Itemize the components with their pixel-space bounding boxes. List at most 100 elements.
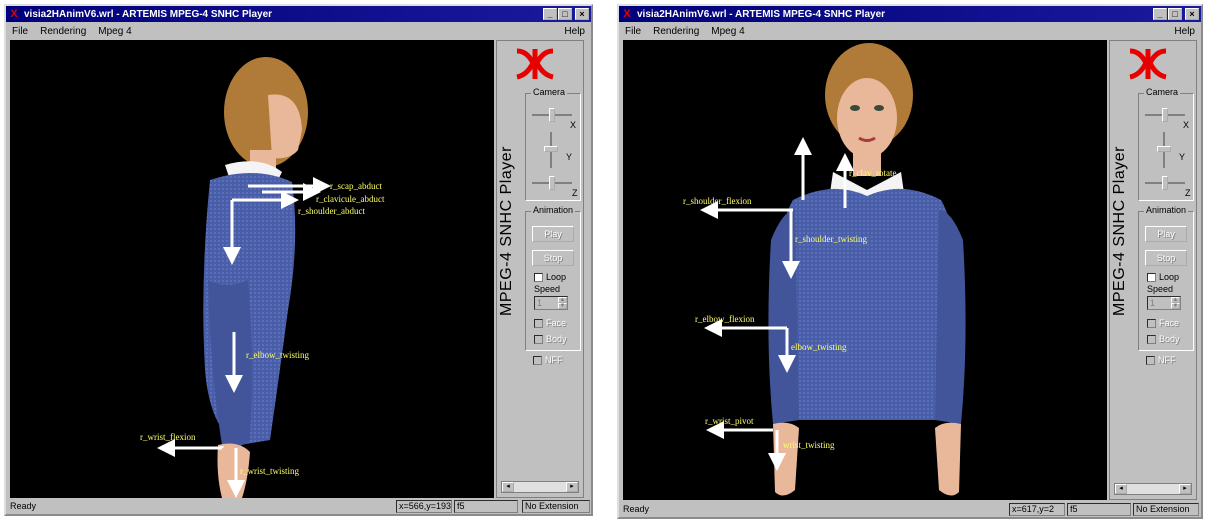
extension-status: No Extension (522, 499, 590, 513)
play-button[interactable]: Play (532, 226, 574, 242)
label-scap-abduct: r_scap_abduct (330, 181, 382, 191)
stop-button[interactable]: Stop (1145, 250, 1187, 266)
app-icon[interactable]: X (621, 8, 633, 20)
animation-group: Animation Play Stop Loop Speed 1 ▲ ▼ Face … (1138, 205, 1194, 351)
control-panel: MPEG-4 SNHC Player Camera X Y Z Animatio… (496, 40, 584, 498)
artemis-logo (1129, 48, 1167, 80)
menu-rendering[interactable]: Rendering (40, 26, 86, 37)
loop-checkbox[interactable]: Loop (1147, 272, 1179, 282)
maximize-button[interactable]: □ (558, 8, 572, 20)
camera-x-slider[interactable] (532, 108, 572, 122)
axis-z-label: Z (572, 188, 578, 198)
camera-y-slider[interactable] (1157, 132, 1171, 168)
label-elbow-twisting: elbow_twisting (791, 342, 847, 352)
menu-file[interactable]: File (12, 26, 28, 37)
extension-status: No Extension (1133, 502, 1199, 516)
camera-label: Camera (531, 87, 568, 97)
speed-label: Speed (1147, 284, 1174, 294)
menu-bar: File Rendering Mpeg 4 Help (619, 23, 1201, 39)
3d-viewport[interactable]: r_scap_abduct r_clavicule_abduct r_shoul… (10, 40, 494, 498)
label-wrist-pivot: r_wrist_pivot (705, 416, 754, 426)
left-arm (935, 210, 966, 424)
scroll-right-icon[interactable]: ▸ (1179, 484, 1191, 494)
label-shoulder-twisting: r_shoulder_twisting (795, 234, 867, 244)
status-bar: Ready x=566,y=193 f5 No Extension (6, 498, 591, 514)
axis-y-label: Y (566, 152, 573, 162)
label-elbow-twisting: r_elbow_twisting (246, 350, 309, 360)
face-checkbox[interactable]: Face (534, 318, 566, 328)
menu-rendering[interactable]: Rendering (653, 26, 699, 37)
control-panel: MPEG-4 SNHC Player Camera X Y Z Animatio… (1109, 40, 1197, 500)
axis-x-label: X (570, 120, 577, 130)
axis-x-label: X (1183, 120, 1190, 130)
minimize-button[interactable]: _ (1153, 8, 1167, 20)
camera-label: Camera (1144, 87, 1181, 97)
horizontal-scrollbar[interactable]: ◂ ▸ (501, 481, 579, 493)
speed-spinner[interactable]: 1 ▲ ▼ (534, 296, 568, 310)
close-button[interactable]: × (1185, 8, 1199, 20)
status-bar: Ready x=617,y=2 f5 No Extension (619, 501, 1201, 517)
menu-help[interactable]: Help (564, 26, 585, 37)
status-text: Ready (623, 504, 650, 514)
right-eye (874, 105, 884, 111)
player-window-right: X visia2HAnimV6.wrl - ARTEMIS MPEG-4 SNH… (617, 4, 1203, 519)
face (837, 78, 897, 158)
camera-x-slider[interactable] (1145, 108, 1185, 122)
axis-z-label: Z (1185, 188, 1191, 198)
menu-mpeg4[interactable]: Mpeg 4 (98, 26, 131, 37)
axis-y-label: Y (1179, 152, 1186, 162)
f-value: f5 (1067, 502, 1131, 516)
scroll-left-icon[interactable]: ◂ (1115, 484, 1127, 494)
player-title: MPEG-4 SNHC Player (498, 146, 515, 316)
label-wrist-twisting: r_wrist_twisting (240, 466, 300, 476)
camera-group: Camera X Y Z (1138, 87, 1194, 201)
camera-z-slider[interactable] (532, 176, 572, 190)
animation-label: Animation (531, 205, 576, 215)
label-wrist-flexion: r_wrist_flexion (140, 432, 196, 442)
loop-checkbox[interactable]: Loop (534, 272, 566, 282)
scroll-right-icon[interactable]: ▸ (566, 482, 578, 492)
label-clav-rotate: r_clav_rotate (849, 168, 896, 178)
label-elbow-flexion: r_elbow_flexion (695, 314, 755, 324)
player-window-left: X visia2HAnimV6.wrl - ARTEMIS MPEG-4 SNH… (4, 4, 593, 516)
app-icon[interactable]: X (8, 8, 20, 20)
menu-help[interactable]: Help (1174, 26, 1195, 37)
scroll-left-icon[interactable]: ◂ (502, 482, 514, 492)
close-button[interactable]: × (575, 8, 589, 20)
avatar-scene: r_scap_abduct r_clavicule_abduct r_shoul… (140, 57, 385, 498)
label-shoulder-abduct: r_shoulder_abduct (298, 206, 365, 216)
animation-group: Animation Play Stop Loop Speed 1 ▲ ▼ Face … (525, 205, 581, 351)
body-checkbox[interactable]: Body (1147, 334, 1180, 344)
camera-y-slider[interactable] (544, 132, 558, 168)
nff-checkbox[interactable]: NFF (1146, 355, 1176, 365)
f-value: f5 (454, 499, 518, 513)
label-shoulder-flexion: r_shoulder_flexion (683, 196, 752, 206)
play-button[interactable]: Play (1145, 226, 1187, 242)
arm (208, 280, 253, 447)
left-hand (935, 422, 961, 496)
coords-readout: x=617,y=2 (1009, 502, 1065, 516)
stop-button[interactable]: Stop (532, 250, 574, 266)
camera-z-slider[interactable] (1145, 176, 1185, 190)
face-checkbox[interactable]: Face (1147, 318, 1179, 328)
title-bar: X visia2HAnimV6.wrl - ARTEMIS MPEG-4 SNH… (619, 6, 1201, 22)
animation-label: Animation (1144, 205, 1189, 215)
title-bar: X visia2HAnimV6.wrl - ARTEMIS MPEG-4 SNH… (6, 6, 591, 22)
sweater (775, 188, 959, 420)
maximize-button[interactable]: □ (1168, 8, 1182, 20)
artemis-logo (516, 48, 554, 80)
label-wrist-twisting: wrist_twisting (783, 440, 835, 450)
minimize-button[interactable]: _ (543, 8, 557, 20)
left-eye (850, 105, 860, 111)
speed-spinner[interactable]: 1 ▲ ▼ (1147, 296, 1181, 310)
speed-label: Speed (534, 284, 561, 294)
nff-checkbox[interactable]: NFF (533, 355, 563, 365)
menu-file[interactable]: File (625, 26, 641, 37)
label-clavicule-abduct: r_clavicule_abduct (316, 194, 385, 204)
menu-mpeg4[interactable]: Mpeg 4 (711, 26, 744, 37)
body-checkbox[interactable]: Body (534, 334, 567, 344)
coords-readout: x=566,y=193 (396, 499, 452, 513)
3d-viewport[interactable]: r_clav_rotate r_shoulder_flexion r_shoul… (623, 40, 1107, 500)
horizontal-scrollbar[interactable]: ◂ ▸ (1114, 483, 1192, 495)
player-title: MPEG-4 SNHC Player (1111, 146, 1128, 316)
